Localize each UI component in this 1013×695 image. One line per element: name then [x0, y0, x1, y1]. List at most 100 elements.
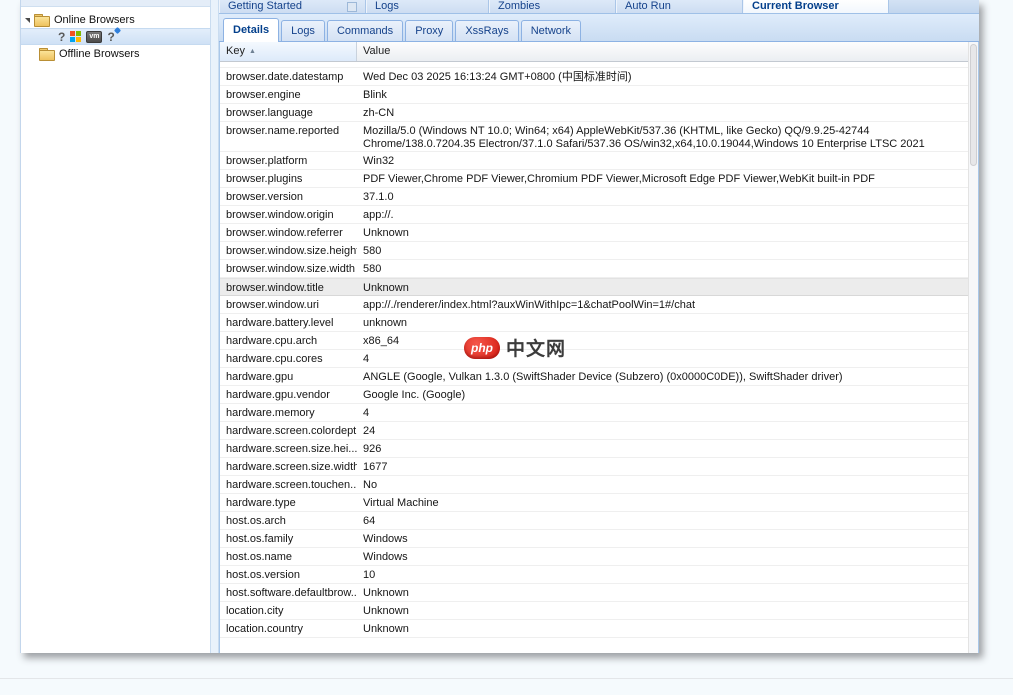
sub-tab-details[interactable]: Details — [223, 18, 279, 42]
main-tab-label: Auto Run — [625, 0, 671, 12]
value-cell: 24 — [357, 422, 978, 439]
sub-tab-commands[interactable]: Commands — [327, 20, 403, 41]
grid-row-location-city[interactable]: location.cityUnknown — [220, 602, 978, 620]
folder-closed-icon — [39, 48, 55, 60]
value-cell: 926 — [357, 440, 978, 457]
key-cell: browser.window.uri — [220, 296, 357, 313]
grid-row-browser-window-referrer[interactable]: browser.window.referrerUnknown — [220, 224, 978, 242]
grid-row-hardware-gpu[interactable]: hardware.gpuANGLE (Google, Vulkan 1.3.0 … — [220, 368, 978, 386]
vm-badge-icon: vm — [86, 31, 102, 43]
grid-row-browser-window-size-width[interactable]: browser.window.size.width580 — [220, 260, 978, 278]
key-cell: hardware.type — [220, 494, 357, 511]
grid-row-hardware-screen-size-width[interactable]: hardware.screen.size.width1677 — [220, 458, 978, 476]
value-cell: Wed Dec 03 2025 16:13:24 GMT+0800 (中国标准时… — [357, 68, 978, 85]
key-cell: browser.window.referrer — [220, 224, 357, 241]
grid-row-host-os-arch[interactable]: host.os.arch64 — [220, 512, 978, 530]
main-tab-logs[interactable]: Logs — [366, 0, 489, 13]
key-cell: host.os.version — [220, 566, 357, 583]
grid-row-browser-plugins[interactable]: browser.pluginsPDF Viewer,Chrome PDF Vie… — [220, 170, 978, 188]
tree-item-label: Online Browsers — [54, 14, 135, 26]
key-cell: browser.window.size.width — [220, 260, 357, 277]
column-header-key[interactable]: Key ▲ — [220, 42, 357, 61]
grid-row-hardware-cpu-cores[interactable]: hardware.cpu.cores4 — [220, 350, 978, 368]
value-cell: PDF Viewer,Chrome PDF Viewer,Chromium PD… — [357, 170, 978, 187]
scrollbar-thumb[interactable] — [970, 44, 977, 166]
watermark: php 中文网 — [464, 334, 566, 361]
value-cell: 1677 — [357, 458, 978, 475]
grid-row-browser-window-origin[interactable]: browser.window.originapp://. — [220, 206, 978, 224]
value-cell: Unknown — [357, 279, 978, 295]
value-cell: Windows — [357, 548, 978, 565]
main-tab-label: Getting Started — [228, 0, 302, 12]
grid-row-hardware-battery-level[interactable]: hardware.battery.levelunknown — [220, 314, 978, 332]
grid-row-hardware-screen-size-hei[interactable]: hardware.screen.size.hei...926 — [220, 440, 978, 458]
tree-item-online-browsers[interactable]: Online Browsers — [21, 11, 210, 28]
key-cell: browser.engine — [220, 86, 357, 103]
main-panel: Getting Started Logs Zombies Auto Run Curren… — [219, 0, 979, 653]
key-cell: hardware.screen.colordepth — [220, 422, 357, 439]
grid-row-browser-window-uri[interactable]: browser.window.uriapp://./renderer/index… — [220, 296, 978, 314]
grid-row-hardware-gpu-vendor[interactable]: hardware.gpu.vendorGoogle Inc. (Google) — [220, 386, 978, 404]
tree-expand-caret-icon[interactable] — [25, 18, 30, 23]
key-cell: browser.date.datestamp — [220, 68, 357, 85]
grid-row-host-os-family[interactable]: host.os.familyWindows — [220, 530, 978, 548]
sub-tab-xssrays[interactable]: XssRays — [455, 20, 518, 41]
grid-row-browser-version[interactable]: browser.version37.1.0 — [220, 188, 978, 206]
value-cell: ANGLE (Google, Vulkan 1.3.0 (SwiftShader… — [357, 368, 978, 385]
sub-tab-network[interactable]: Network — [521, 20, 581, 41]
key-cell: browser.version — [220, 188, 357, 205]
value-cell: 37.1.0 — [357, 188, 978, 205]
main-tab-bar: Getting Started Logs Zombies Auto Run Curren… — [219, 0, 979, 14]
main-tab-auto-run[interactable]: Auto Run — [616, 0, 743, 13]
main-tab-label: Zombies — [498, 0, 540, 12]
grid-row-hardware-screen-touchen[interactable]: hardware.screen.touchen...No — [220, 476, 978, 494]
tree-item-offline-browsers[interactable]: Offline Browsers — [21, 45, 210, 62]
grid-row-browser-language[interactable]: browser.languagezh-CN — [220, 104, 978, 122]
key-cell: hardware.battery.level — [220, 314, 357, 331]
main-tab-zombies[interactable]: Zombies — [489, 0, 616, 13]
main-tab-getting-started[interactable]: Getting Started — [219, 0, 366, 13]
grid-row-location-country[interactable]: location.countryUnknown — [220, 620, 978, 638]
grid-row-browser-engine[interactable]: browser.engineBlink — [220, 86, 978, 104]
key-cell: hardware.screen.size.hei... — [220, 440, 357, 457]
key-cell: hardware.cpu.arch — [220, 332, 357, 349]
grid-row-hardware-cpu-arch[interactable]: hardware.cpu.archx86_64 — [220, 332, 978, 350]
grid-row-host-software-defaultbrow[interactable]: host.software.defaultbrow...Unknown — [220, 584, 978, 602]
tree-item-hooked-browser[interactable]: ? vm ? — [21, 28, 210, 45]
grid-row-browser-window-title[interactable]: browser.window.titleUnknown — [220, 278, 978, 296]
panel-splitter[interactable] — [210, 0, 219, 653]
value-cell: x86_64 — [357, 332, 978, 349]
value-cell: No — [357, 476, 978, 493]
grid-row-hardware-type[interactable]: hardware.typeVirtual Machine — [220, 494, 978, 512]
vertical-scrollbar[interactable] — [968, 42, 978, 653]
grid-row-browser-window-size-height[interactable]: browser.window.size.height580 — [220, 242, 978, 260]
page-divider — [0, 678, 1013, 679]
grid-row-hardware-screen-colordepth[interactable]: hardware.screen.colordepth24 — [220, 422, 978, 440]
watermark-text: 中文网 — [506, 334, 566, 361]
grid-body: browser.date.datestampWed Dec 03 2025 16… — [220, 62, 978, 653]
grid-row-host-os-name[interactable]: host.os.nameWindows — [220, 548, 978, 566]
key-cell: hardware.screen.size.width — [220, 458, 357, 475]
key-cell: browser.plugins — [220, 170, 357, 187]
main-tab-current-browser[interactable]: Current Browser — [743, 0, 889, 13]
value-cell: Unknown — [357, 602, 978, 619]
grid-row-browser-date-datestamp[interactable]: browser.date.datestampWed Dec 03 2025 16… — [220, 68, 978, 86]
sub-tab-logs[interactable]: Logs — [281, 20, 325, 41]
value-cell: unknown — [357, 314, 978, 331]
browser-tree: Online Browsers ? vm ? Offline Browsers — [21, 7, 210, 62]
grid-row-browser-platform[interactable]: browser.platformWin32 — [220, 152, 978, 170]
column-header-value[interactable]: Value — [357, 42, 978, 61]
tree-item-label: Offline Browsers — [59, 48, 140, 60]
value-cell: 4 — [357, 404, 978, 421]
main-tab-label: Logs — [375, 0, 399, 12]
grid-row-host-os-version[interactable]: host.os.version10 — [220, 566, 978, 584]
sub-tab-proxy[interactable]: Proxy — [405, 20, 453, 41]
details-grid: Key ▲ Value browser.date.datestampWed De… — [219, 42, 979, 653]
key-cell: host.os.name — [220, 548, 357, 565]
grid-row-browser-name-reported[interactable]: browser.name.reportedMozilla/5.0 (Window… — [220, 122, 978, 152]
key-cell: browser.window.size.height — [220, 242, 357, 259]
key-cell: location.city — [220, 602, 357, 619]
tab-scroll-icon[interactable] — [347, 2, 357, 12]
hooked-browsers-header-label: Hooked Browsers — [61, 0, 155, 1]
grid-row-hardware-memory[interactable]: hardware.memory4 — [220, 404, 978, 422]
